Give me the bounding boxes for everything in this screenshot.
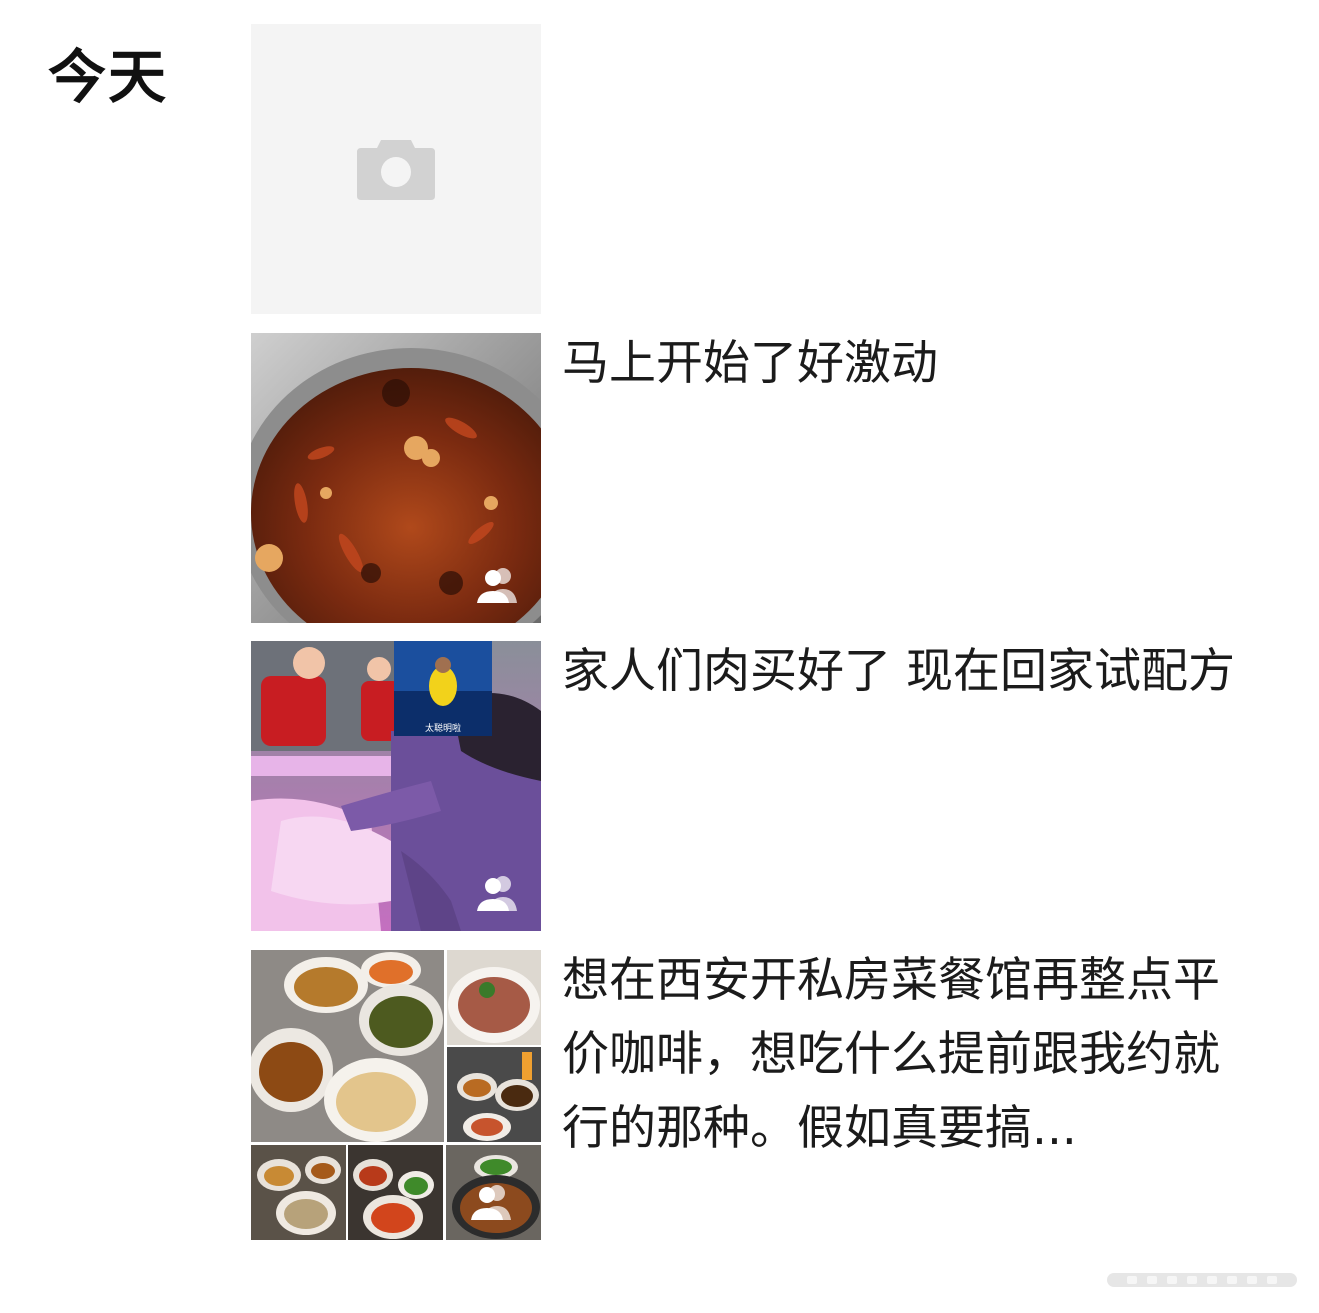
multi-person-icon <box>477 568 517 603</box>
post-caption[interactable]: 家人们肉买好了 现在回家试配方 <box>562 635 1242 709</box>
date-label: 今天 <box>48 43 169 111</box>
multi-person-icon <box>471 1185 511 1220</box>
photo-placeholder[interactable] <box>251 24 541 314</box>
collage-image <box>251 1145 346 1240</box>
post-collage[interactable] <box>251 950 541 1240</box>
post-caption[interactable]: 马上开始了好激动 <box>562 327 1242 401</box>
watermark-icon <box>1107 1273 1297 1287</box>
collage-image <box>251 950 444 1142</box>
post-photo[interactable] <box>251 333 541 623</box>
camera-icon <box>357 140 435 200</box>
post-caption[interactable]: 想在西安开私房菜餐馆再整点平价咖啡，想吃什么提前跟我约就行的那种。假如真要搞..… <box>562 944 1242 1166</box>
collage-image <box>348 1145 443 1240</box>
inset-text: 太聪明啦 <box>425 722 461 734</box>
post-photo[interactable]: 太聪明啦 <box>251 641 541 931</box>
collage-image <box>447 950 541 1045</box>
collage-image <box>447 1047 541 1142</box>
multi-person-icon <box>477 876 517 911</box>
